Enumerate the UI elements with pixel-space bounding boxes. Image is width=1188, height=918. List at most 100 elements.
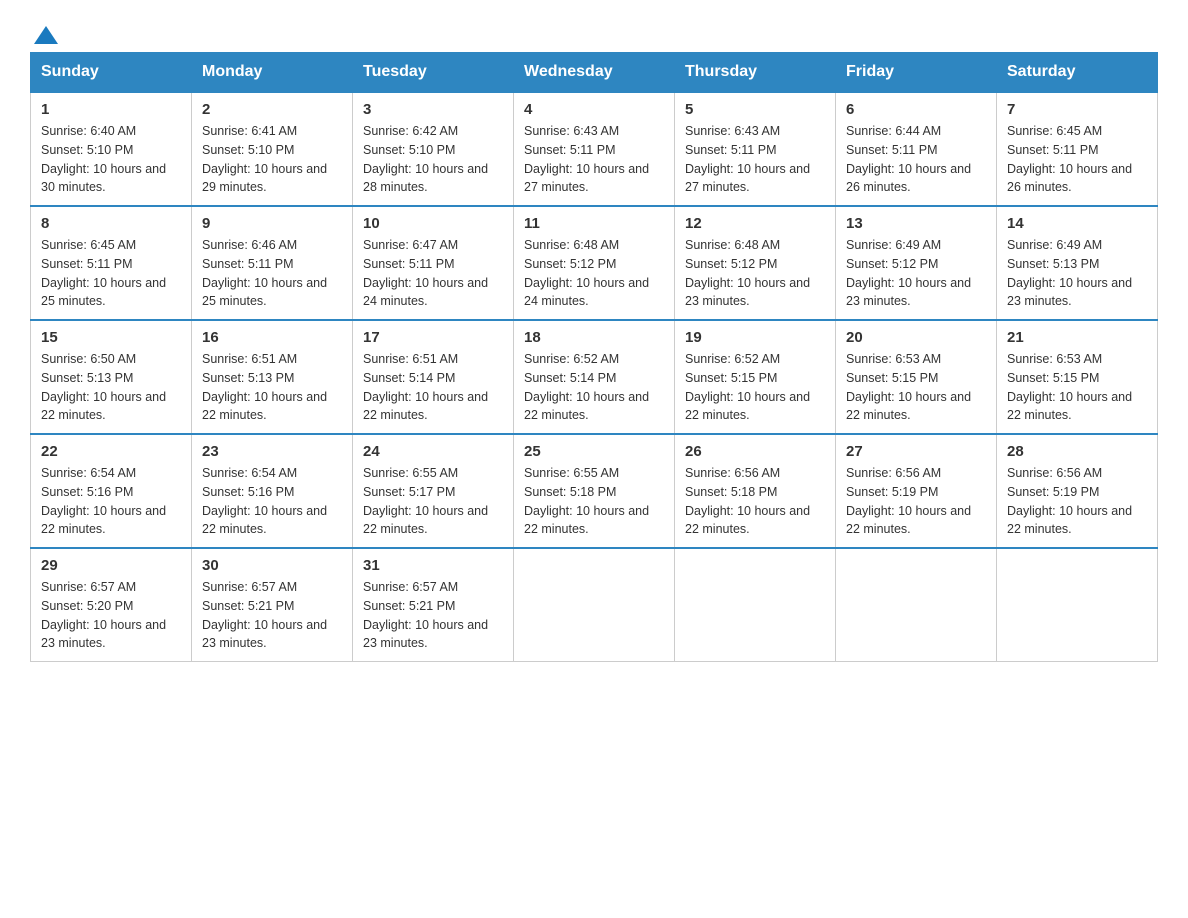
day-sun-info: Sunrise: 6:56 AMSunset: 5:19 PMDaylight:… bbox=[1007, 464, 1147, 539]
calendar-day-cell: 24 Sunrise: 6:55 AMSunset: 5:17 PMDayligh… bbox=[353, 434, 514, 548]
day-sun-info: Sunrise: 6:54 AMSunset: 5:16 PMDaylight:… bbox=[202, 464, 342, 539]
calendar-day-cell: 22Sunrise: 6:54 AMSunset: 5:16 PMDayligh… bbox=[31, 434, 192, 548]
day-number: 7 bbox=[1007, 101, 1147, 118]
calendar-day-cell bbox=[675, 548, 836, 662]
day-sun-info: Sunrise: 6:49 AMSunset: 5:12 PMDaylight:… bbox=[846, 236, 986, 311]
calendar-day-cell: 4 Sunrise: 6:43 AMSunset: 5:11 PMDaylight… bbox=[514, 92, 675, 206]
day-sun-info: Sunrise: 6:46 AMSunset: 5:11 PMDaylight:… bbox=[202, 236, 342, 311]
day-number: 4 bbox=[524, 101, 664, 118]
page-header bbox=[30, 20, 1158, 42]
day-sun-info: Sunrise: 6:57 AMSunset: 5:21 PMDaylight:… bbox=[202, 578, 342, 653]
day-sun-info: Sunrise: 6:48 AMSunset: 5:12 PMDaylight:… bbox=[685, 236, 825, 311]
day-number: 29 bbox=[41, 557, 181, 574]
day-number: 25 bbox=[524, 443, 664, 460]
day-sun-info: Sunrise: 6:56 AMSunset: 5:19 PMDaylight:… bbox=[846, 464, 986, 539]
calendar-day-cell: 30 Sunrise: 6:57 AMSunset: 5:21 PMDayligh… bbox=[192, 548, 353, 662]
day-number: 21 bbox=[1007, 329, 1147, 346]
day-number: 12 bbox=[685, 215, 825, 232]
day-number: 8 bbox=[41, 215, 181, 232]
day-number: 1 bbox=[41, 101, 181, 118]
calendar-week-row: 15Sunrise: 6:50 AMSunset: 5:13 PMDayligh… bbox=[31, 320, 1158, 434]
calendar-weekday-header: Sunday bbox=[31, 53, 192, 93]
day-number: 10 bbox=[363, 215, 503, 232]
calendar-day-cell: 9 Sunrise: 6:46 AMSunset: 5:11 PMDaylight… bbox=[192, 206, 353, 320]
day-number: 24 bbox=[363, 443, 503, 460]
calendar-day-cell: 10 Sunrise: 6:47 AMSunset: 5:11 PMDayligh… bbox=[353, 206, 514, 320]
calendar-weekday-header: Friday bbox=[836, 53, 997, 93]
calendar-weekday-header: Saturday bbox=[997, 53, 1158, 93]
day-sun-info: Sunrise: 6:52 AMSunset: 5:15 PMDaylight:… bbox=[685, 350, 825, 425]
calendar-week-row: 1Sunrise: 6:40 AMSunset: 5:10 PMDaylight… bbox=[31, 92, 1158, 206]
day-number: 18 bbox=[524, 329, 664, 346]
calendar-day-cell: 20 Sunrise: 6:53 AMSunset: 5:15 PMDayligh… bbox=[836, 320, 997, 434]
calendar-day-cell: 28 Sunrise: 6:56 AMSunset: 5:19 PMDayligh… bbox=[997, 434, 1158, 548]
day-sun-info: Sunrise: 6:51 AMSunset: 5:14 PMDaylight:… bbox=[363, 350, 503, 425]
calendar-table: SundayMondayTuesdayWednesdayThursdayFrid… bbox=[30, 52, 1158, 662]
day-number: 31 bbox=[363, 557, 503, 574]
calendar-day-cell: 2 Sunrise: 6:41 AMSunset: 5:10 PMDaylight… bbox=[192, 92, 353, 206]
day-number: 30 bbox=[202, 557, 342, 574]
day-sun-info: Sunrise: 6:49 AMSunset: 5:13 PMDaylight:… bbox=[1007, 236, 1147, 311]
day-number: 6 bbox=[846, 101, 986, 118]
day-sun-info: Sunrise: 6:43 AMSunset: 5:11 PMDaylight:… bbox=[685, 122, 825, 197]
day-sun-info: Sunrise: 6:57 AMSunset: 5:21 PMDaylight:… bbox=[363, 578, 503, 653]
calendar-week-row: 29Sunrise: 6:57 AMSunset: 5:20 PMDayligh… bbox=[31, 548, 1158, 662]
day-number: 23 bbox=[202, 443, 342, 460]
calendar-day-cell: 8 Sunrise: 6:45 AMSunset: 5:11 PMDaylight… bbox=[31, 206, 192, 320]
calendar-day-cell: 29Sunrise: 6:57 AMSunset: 5:20 PMDayligh… bbox=[31, 548, 192, 662]
day-number: 11 bbox=[524, 215, 664, 232]
calendar-day-cell: 31 Sunrise: 6:57 AMSunset: 5:21 PMDayligh… bbox=[353, 548, 514, 662]
calendar-day-cell: 23 Sunrise: 6:54 AMSunset: 5:16 PMDayligh… bbox=[192, 434, 353, 548]
calendar-day-cell: 16 Sunrise: 6:51 AMSunset: 5:13 PMDayligh… bbox=[192, 320, 353, 434]
calendar-day-cell bbox=[836, 548, 997, 662]
day-number: 9 bbox=[202, 215, 342, 232]
calendar-week-row: 22 Sunrise: 6:54 AMSunset: 5:16 PMDayligh… bbox=[31, 434, 1158, 548]
day-sun-info: Sunrise: 6:48 AMSunset: 5:12 PMDaylight:… bbox=[524, 236, 664, 311]
calendar-weekday-header: Wednesday bbox=[514, 53, 675, 93]
calendar-day-cell: 1Sunrise: 6:40 AMSunset: 5:10 PMDaylight… bbox=[31, 92, 192, 206]
day-sun-info: Sunrise: 6:50 AMSunset: 5:13 PMDaylight:… bbox=[41, 350, 181, 425]
calendar-day-cell: 27 Sunrise: 6:56 AMSunset: 5:19 PMDayligh… bbox=[836, 434, 997, 548]
day-sun-info: Sunrise: 6:43 AMSunset: 5:11 PMDaylight:… bbox=[524, 122, 664, 197]
calendar-day-cell: 7 Sunrise: 6:45 AMSunset: 5:11 PMDaylight… bbox=[997, 92, 1158, 206]
calendar-day-cell: 12 Sunrise: 6:48 AMSunset: 5:12 PMDayligh… bbox=[675, 206, 836, 320]
day-sun-info: Sunrise: 6:41 AMSunset: 5:10 PMDaylight:… bbox=[202, 122, 342, 197]
day-number: 5 bbox=[685, 101, 825, 118]
day-number: 14 bbox=[1007, 215, 1147, 232]
day-sun-info: Sunrise: 6:45 AMSunset: 5:11 PMDaylight:… bbox=[1007, 122, 1147, 197]
calendar-day-cell: 14 Sunrise: 6:49 AMSunset: 5:13 PMDayligh… bbox=[997, 206, 1158, 320]
day-number: 19 bbox=[685, 329, 825, 346]
day-sun-info: Sunrise: 6:51 AMSunset: 5:13 PMDaylight:… bbox=[202, 350, 342, 425]
day-number: 16 bbox=[202, 329, 342, 346]
day-sun-info: Sunrise: 6:44 AMSunset: 5:11 PMDaylight:… bbox=[846, 122, 986, 197]
day-number: 28 bbox=[1007, 443, 1147, 460]
day-sun-info: Sunrise: 6:55 AMSunset: 5:17 PMDaylight:… bbox=[363, 464, 503, 539]
day-sun-info: Sunrise: 6:42 AMSunset: 5:10 PMDaylight:… bbox=[363, 122, 503, 197]
day-sun-info: Sunrise: 6:55 AMSunset: 5:18 PMDaylight:… bbox=[524, 464, 664, 539]
calendar-weekday-header: Monday bbox=[192, 53, 353, 93]
calendar-day-cell: 17 Sunrise: 6:51 AMSunset: 5:14 PMDayligh… bbox=[353, 320, 514, 434]
calendar-day-cell: 15Sunrise: 6:50 AMSunset: 5:13 PMDayligh… bbox=[31, 320, 192, 434]
day-number: 22 bbox=[41, 443, 181, 460]
calendar-day-cell: 13Sunrise: 6:49 AMSunset: 5:12 PMDayligh… bbox=[836, 206, 997, 320]
day-number: 26 bbox=[685, 443, 825, 460]
calendar-header-row: SundayMondayTuesdayWednesdayThursdayFrid… bbox=[31, 53, 1158, 93]
day-number: 20 bbox=[846, 329, 986, 346]
logo bbox=[30, 20, 62, 42]
calendar-weekday-header: Tuesday bbox=[353, 53, 514, 93]
day-number: 27 bbox=[846, 443, 986, 460]
calendar-day-cell: 11 Sunrise: 6:48 AMSunset: 5:12 PMDayligh… bbox=[514, 206, 675, 320]
day-number: 17 bbox=[363, 329, 503, 346]
day-number: 3 bbox=[363, 101, 503, 118]
day-sun-info: Sunrise: 6:45 AMSunset: 5:11 PMDaylight:… bbox=[41, 236, 181, 311]
calendar-week-row: 8 Sunrise: 6:45 AMSunset: 5:11 PMDaylight… bbox=[31, 206, 1158, 320]
logo-triangle-icon bbox=[32, 22, 60, 50]
day-sun-info: Sunrise: 6:47 AMSunset: 5:11 PMDaylight:… bbox=[363, 236, 503, 311]
calendar-day-cell: 3 Sunrise: 6:42 AMSunset: 5:10 PMDaylight… bbox=[353, 92, 514, 206]
calendar-day-cell: 21Sunrise: 6:53 AMSunset: 5:15 PMDayligh… bbox=[997, 320, 1158, 434]
day-number: 2 bbox=[202, 101, 342, 118]
calendar-day-cell: 26Sunrise: 6:56 AMSunset: 5:18 PMDayligh… bbox=[675, 434, 836, 548]
day-sun-info: Sunrise: 6:53 AMSunset: 5:15 PMDaylight:… bbox=[846, 350, 986, 425]
calendar-day-cell: 5 Sunrise: 6:43 AMSunset: 5:11 PMDaylight… bbox=[675, 92, 836, 206]
calendar-weekday-header: Thursday bbox=[675, 53, 836, 93]
